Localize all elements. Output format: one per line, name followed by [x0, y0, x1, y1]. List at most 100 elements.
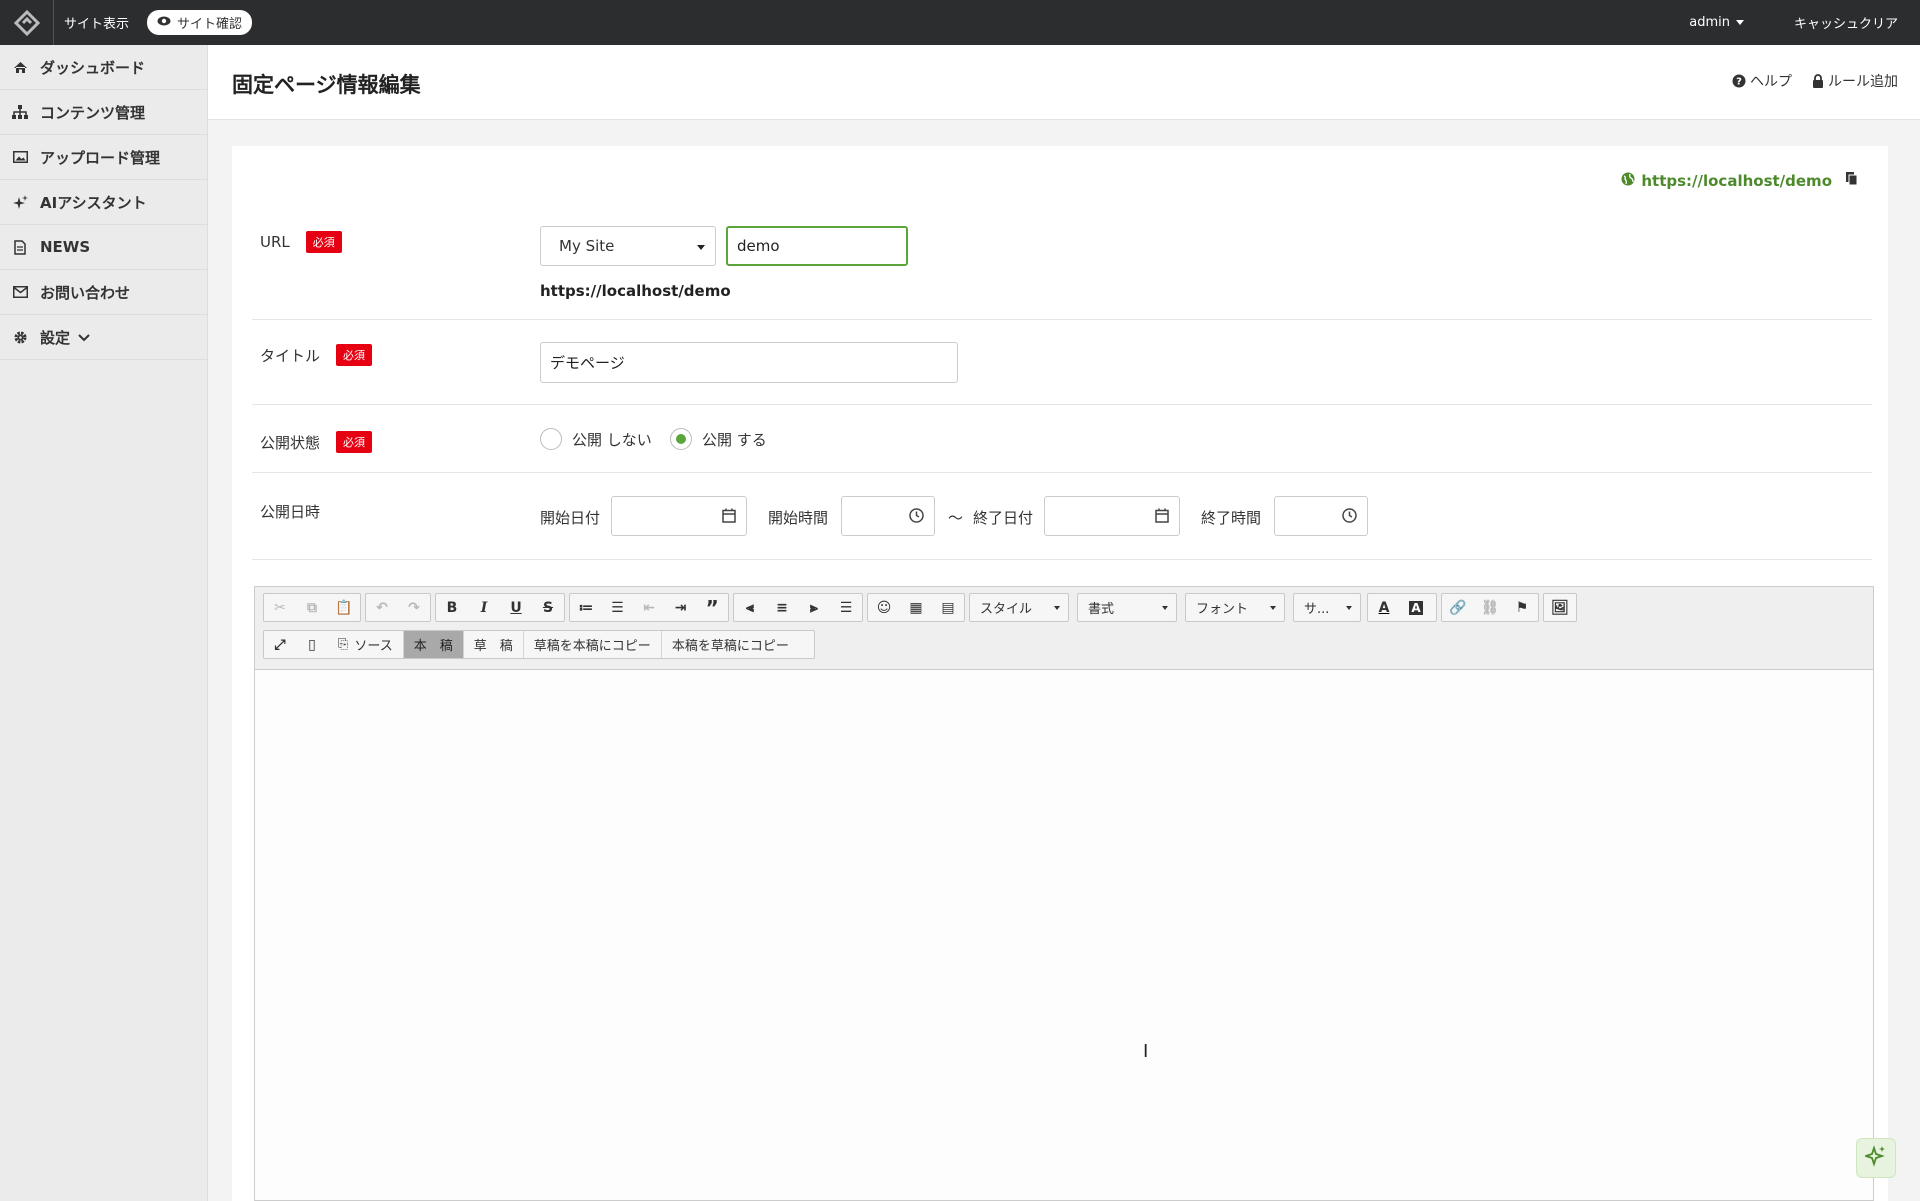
globe-icon: [1621, 172, 1635, 190]
text-color-icon[interactable]: A: [1368, 594, 1400, 621]
source-label: ソース: [354, 639, 393, 654]
link-group: 🔗 ⛓ ⚑: [1441, 593, 1539, 622]
required-badge: 必須: [336, 431, 373, 453]
sidebar: ダッシュボード コンテンツ管理 アップロード管理 AIアシスタント NEWS お…: [0, 45, 208, 1201]
align-center-icon[interactable]: ≡: [766, 594, 798, 621]
url-preview: https://localhost/demo: [540, 282, 731, 300]
sidebar-item-contact[interactable]: お問い合わせ: [0, 270, 207, 315]
user-menu[interactable]: admin: [1689, 15, 1744, 30]
anchor-flag-icon[interactable]: ⚑: [1506, 594, 1538, 621]
site-view-link[interactable]: サイト表示: [64, 13, 129, 32]
chevron-down-icon: [1054, 606, 1060, 610]
format-combo[interactable]: 書式: [1077, 593, 1177, 622]
sidebar-item-settings[interactable]: 設定: [0, 315, 207, 360]
copy-icon[interactable]: ⧉: [296, 594, 328, 621]
italic-icon[interactable]: I: [468, 594, 500, 621]
ai-assistant-button[interactable]: [1856, 1138, 1896, 1178]
sidebar-item-uploads[interactable]: アップロード管理: [0, 135, 207, 180]
underline-icon[interactable]: U: [500, 594, 532, 621]
style-combo[interactable]: スタイル: [969, 593, 1069, 622]
size-combo[interactable]: サ...: [1293, 593, 1361, 622]
svg-text:?: ?: [1736, 77, 1742, 88]
copy-draft-to-main-button[interactable]: 草稿を本稿にコピー: [524, 631, 662, 658]
background-color-icon[interactable]: A: [1400, 594, 1432, 621]
strikethrough-icon[interactable]: S: [532, 594, 564, 621]
start-date-input[interactable]: [611, 496, 747, 536]
editor-toolbar: ✂ ⧉ 📋 ↶ ↷ B I U S ≔ ☰ ⇤ ⇥ ” ⫷ ≡ ⫸ ☰ ☺ ▦ …: [255, 587, 1873, 670]
logo-icon[interactable]: [0, 0, 54, 45]
end-time-input[interactable]: [1274, 496, 1368, 536]
sidebar-item-label: コンテンツ管理: [40, 103, 146, 122]
status-radio-private[interactable]: 公開 しない: [540, 428, 652, 450]
clock-icon: [909, 508, 924, 527]
cache-clear-link[interactable]: キャッシュクリア: [1794, 13, 1898, 32]
chevron-down-icon: [1270, 606, 1276, 610]
page-header: 固定ページ情報編集 ? ヘルプ ルール追加: [208, 45, 1920, 120]
maximize-icon[interactable]: ⤢: [264, 631, 296, 658]
end-date-input[interactable]: [1044, 496, 1180, 536]
table-icon[interactable]: ▦: [900, 594, 932, 621]
align-right-icon[interactable]: ⫸: [798, 594, 830, 621]
indent-icon[interactable]: ⇥: [665, 594, 697, 621]
main-draft-tab[interactable]: 本 稿: [403, 631, 464, 658]
numbered-list-icon[interactable]: ≔: [570, 594, 602, 621]
sidebar-item-news[interactable]: NEWS: [0, 225, 207, 270]
undo-icon[interactable]: ↶: [366, 594, 398, 621]
copy-main-to-draft-button[interactable]: 本稿を草稿にコピー: [662, 631, 799, 658]
cut-icon[interactable]: ✂: [264, 594, 296, 621]
document-icon: [12, 239, 28, 255]
align-justify-icon[interactable]: ☰: [830, 594, 862, 621]
sidebar-item-ai-assistant[interactable]: AIアシスタント: [0, 180, 207, 225]
sparkle-icon: [1863, 1145, 1887, 1171]
sidebar-item-dashboard[interactable]: ダッシュボード: [0, 45, 207, 90]
basic-styles-group: B I U S: [435, 593, 565, 622]
color-group: A A: [1367, 593, 1437, 622]
status-option-label: 公開 する: [702, 430, 767, 449]
link-icon[interactable]: 🔗: [1442, 594, 1474, 621]
smiley-icon[interactable]: ☺: [868, 594, 900, 621]
schedule-label-group: 公開日時: [260, 501, 320, 522]
source-button[interactable]: ⎘ ソース: [328, 631, 404, 658]
horizontal-rule-icon[interactable]: ▤: [932, 594, 964, 621]
bullet-list-icon[interactable]: ☰: [602, 594, 634, 621]
calendar-icon: [722, 508, 736, 527]
chevron-down-icon: [78, 328, 90, 346]
bold-icon[interactable]: B: [436, 594, 468, 621]
font-combo[interactable]: フォント: [1185, 593, 1285, 622]
paste-icon[interactable]: 📋: [328, 594, 360, 621]
slug-input[interactable]: demo: [726, 226, 908, 266]
start-time-input[interactable]: [841, 496, 935, 536]
image-icon[interactable]: 🖼: [1544, 594, 1576, 621]
show-blocks-icon[interactable]: ▯: [296, 631, 328, 658]
help-link[interactable]: ? ヘルプ: [1732, 71, 1792, 91]
unlink-icon[interactable]: ⛓: [1474, 594, 1506, 621]
align-left-icon[interactable]: ⫷: [734, 594, 766, 621]
draft-tab[interactable]: 草 稿: [464, 631, 524, 658]
site-check-button[interactable]: サイト確認: [147, 10, 253, 35]
eye-icon: [157, 15, 171, 30]
blockquote-icon[interactable]: ”: [696, 594, 728, 621]
status-label: 公開状態: [260, 433, 321, 452]
end-date-label: 終了日付: [973, 509, 1034, 527]
site-select[interactable]: My Site: [540, 226, 716, 266]
outdent-icon[interactable]: ⇤: [633, 594, 665, 621]
site-check-label: サイト確認: [177, 17, 243, 32]
sidebar-item-label: お問い合わせ: [40, 283, 131, 302]
editor-content-area[interactable]: I: [255, 671, 1873, 1201]
copy-icon[interactable]: [1846, 172, 1858, 190]
redo-icon[interactable]: ↷: [398, 594, 430, 621]
sidebar-item-label: AIアシスタント: [40, 193, 147, 212]
status-option-label: 公開 しない: [572, 430, 652, 449]
url-label: URL: [260, 233, 290, 251]
status-radio-public[interactable]: 公開 する: [670, 428, 767, 450]
image-icon: [12, 149, 28, 165]
schedule-label: 公開日時: [260, 503, 321, 521]
edit-form-card: https://localhost/demo URL 必須 My Site de…: [232, 146, 1888, 1201]
start-date-label: 開始日付: [540, 509, 601, 527]
title-input[interactable]: デモページ: [540, 342, 958, 383]
sidebar-item-contents[interactable]: コンテンツ管理: [0, 90, 207, 135]
live-url-link[interactable]: https://localhost/demo: [1621, 172, 1858, 190]
start-time-label: 開始時間: [768, 509, 829, 527]
sidebar-item-label: ダッシュボード: [40, 58, 146, 77]
add-rule-link[interactable]: ルール追加: [1812, 71, 1898, 91]
